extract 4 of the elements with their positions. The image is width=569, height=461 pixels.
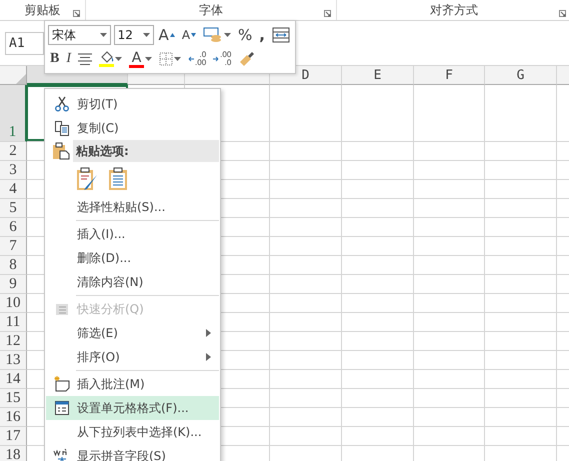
menu-section-header: 粘贴选项: [73, 140, 219, 162]
ribbon-group-label: 字体 [199, 2, 223, 18]
ribbon-group-label: 剪贴板 [24, 2, 60, 18]
ribbon-group-label: 对齐方式 [430, 2, 478, 18]
